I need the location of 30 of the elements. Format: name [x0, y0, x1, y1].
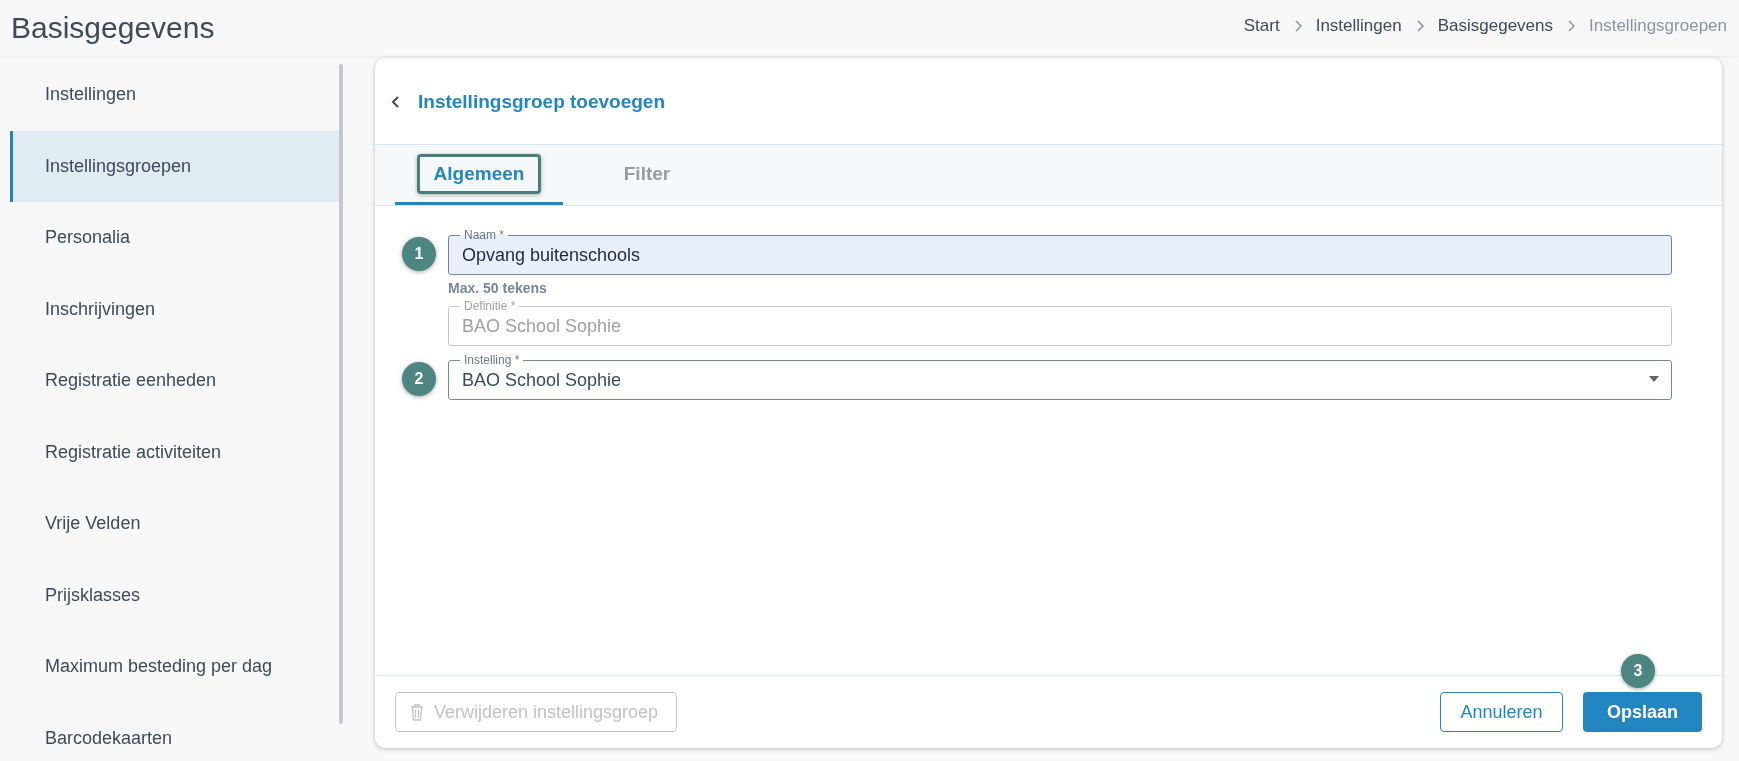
trash-icon — [410, 703, 424, 721]
step-marker: 3 — [1621, 654, 1655, 688]
sidebar-item[interactable]: Personalia — [10, 202, 340, 274]
step-marker: 1 — [402, 237, 436, 271]
breadcrumb-link[interactable]: Instellingen — [1315, 16, 1402, 36]
chevron-icon — [1567, 20, 1575, 32]
sidebar-item[interactable]: Instellingen — [10, 59, 340, 131]
input-field[interactable]: Naam * Opvang buitenschools — [448, 227, 1672, 275]
sidebar-item[interactable]: Prijsklasses — [10, 559, 340, 631]
breadcrumb-link[interactable]: Start — [1243, 16, 1280, 36]
sidebar-item[interactable]: Maximum besteding per dag — [10, 631, 340, 703]
breadcrumb-link[interactable]: Basisgegevens — [1437, 16, 1553, 36]
sidebar-item[interactable]: Inschrijvingen — [10, 273, 340, 345]
card-title: Instellingsgroep toevoegen — [418, 91, 666, 113]
chevron-icon — [1415, 20, 1424, 32]
chevron-icon — [1293, 20, 1302, 32]
dropdown-field[interactable]: Instelling * BAO School Sophie — [448, 352, 1672, 400]
cancel-button[interactable]: Annuleren — [1440, 692, 1563, 732]
sidebar-item[interactable]: Instellingsgroepen — [10, 130, 340, 202]
sidebar-item[interactable]: Registratie eenheden — [10, 345, 340, 417]
back-icon[interactable] — [390, 95, 400, 109]
page-title: Basisgegevens — [11, 11, 215, 45]
save-button[interactable]: Opslaan — [1583, 692, 1702, 732]
hint-text: Max. 50 tekens — [448, 280, 548, 296]
scrollbar[interactable] — [339, 64, 343, 724]
sidebar-item[interactable]: Registratie activiteiten — [10, 416, 340, 488]
sidebar-item[interactable]: Vrije Velden — [10, 488, 340, 560]
caret-icon — [1649, 376, 1659, 382]
step-marker: 2 — [402, 362, 436, 396]
sidebar-item[interactable]: Barcodekaarten — [10, 702, 340, 761]
